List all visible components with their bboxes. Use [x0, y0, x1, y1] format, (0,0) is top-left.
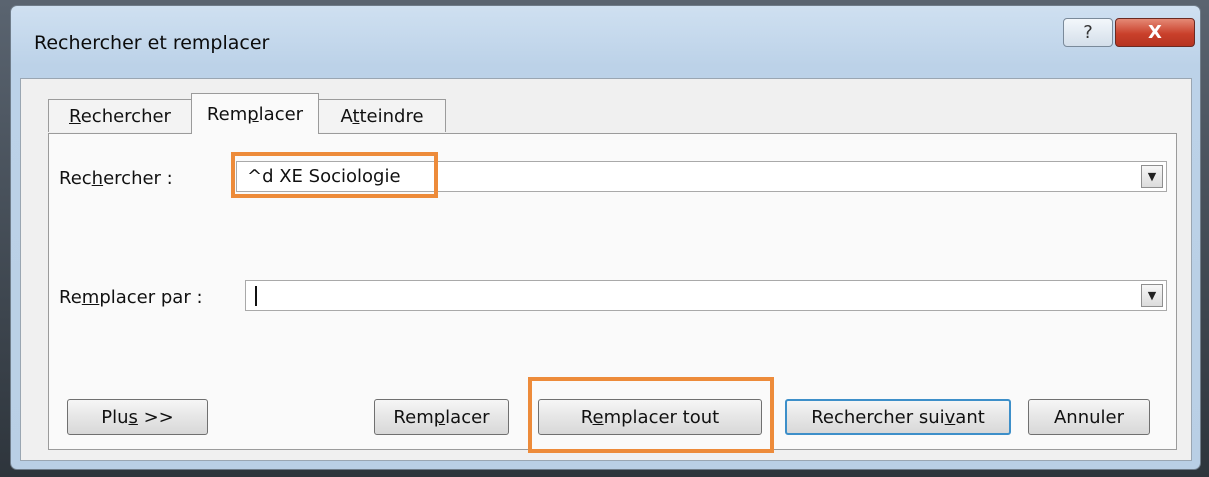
tab-remplacer[interactable]: Remplacer [191, 93, 319, 134]
help-icon: ? [1083, 22, 1093, 43]
chevron-down-icon: ▼ [1147, 170, 1157, 183]
tab-label: Rechercher [69, 105, 171, 127]
help-button[interactable]: ? [1063, 18, 1113, 47]
button-label: Remplacer [393, 406, 490, 428]
find-dropdown-button[interactable]: ▼ [1141, 165, 1163, 188]
button-label: Annuler [1053, 406, 1124, 428]
title-bar: Rechercher et remplacer ? X [11, 6, 1200, 82]
dialog-body: Rechercher Remplacer Atteindre Recherche… [20, 78, 1192, 461]
replace-panel: Rechercher : ^d XE Sociologie ▼ Remplace… [48, 133, 1177, 453]
replace-all-highlight [528, 377, 774, 453]
tab-label: Atteindre [340, 105, 424, 127]
more-button[interactable]: Plus >> [67, 399, 208, 435]
replace-label: Remplacer par : [59, 287, 203, 308]
chevron-down-icon: ▼ [1147, 289, 1157, 302]
button-label: Rechercher suivant [811, 406, 985, 428]
close-icon: X [1148, 22, 1162, 43]
tab-atteindre[interactable]: Atteindre [318, 99, 446, 132]
replace-button[interactable]: Remplacer [374, 399, 509, 435]
replace-combobox[interactable]: ▼ [245, 280, 1167, 311]
replace-dropdown-button[interactable]: ▼ [1141, 284, 1163, 307]
tab-label: Remplacer [206, 103, 304, 125]
close-button[interactable]: X [1115, 18, 1195, 47]
find-replace-dialog: Rechercher et remplacer ? X Rechercher R… [10, 5, 1201, 470]
cancel-button[interactable]: Annuler [1028, 399, 1150, 435]
find-value-highlight [231, 152, 438, 198]
find-next-button[interactable]: Rechercher suivant [785, 399, 1011, 435]
tab-rechercher[interactable]: Rechercher [48, 99, 192, 132]
find-label: Rechercher : [59, 168, 173, 189]
text-caret [255, 286, 257, 306]
button-label: Plus >> [101, 406, 174, 428]
dialog-title: Rechercher et remplacer [34, 32, 270, 54]
